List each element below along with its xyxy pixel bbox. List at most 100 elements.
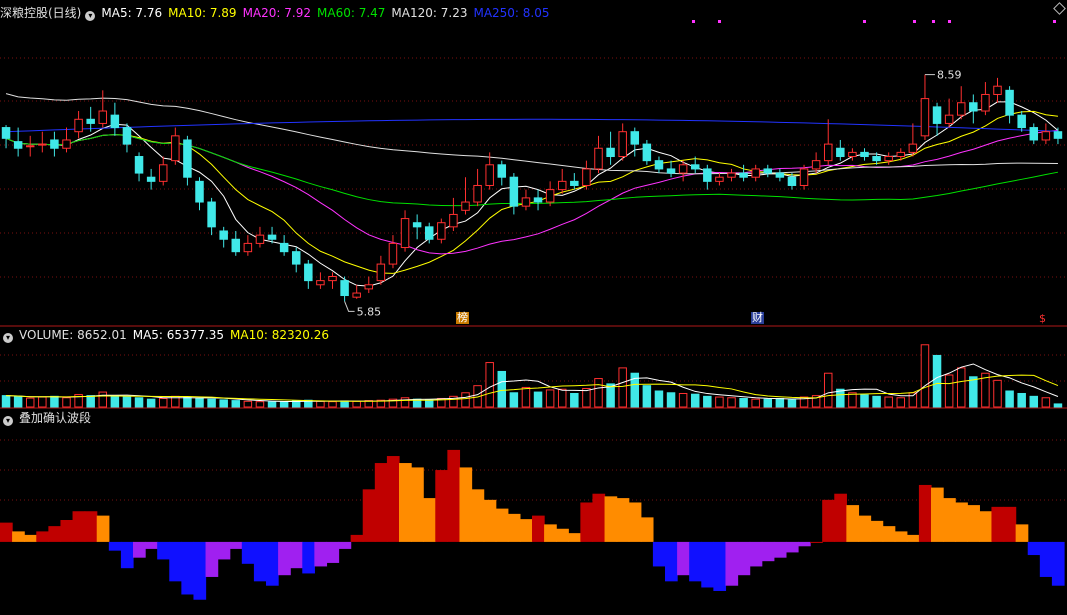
volume-legend: VOLUME: 8652.01 MA5: 65377.35 MA10: 82320.… [19,328,335,342]
indicator-bar [955,502,968,542]
indicator-bar [48,526,62,542]
indicator-bar [120,541,134,569]
candle [557,180,567,191]
volume-bar [25,397,35,408]
candle [473,184,482,203]
candle [267,234,277,240]
candle [1053,131,1063,139]
candle [400,218,410,249]
volume-bar [908,392,918,408]
indicator-bar [592,493,606,542]
candle [533,197,543,203]
chevron-down-icon[interactable]: ▾ [3,416,13,426]
indicator-bar [423,498,436,542]
indicator-bar [157,541,170,560]
candle [872,156,881,162]
volume-bar [690,393,700,408]
candle [594,147,603,170]
chevron-down-icon[interactable]: ▾ [3,333,13,343]
candle [207,201,216,228]
ma120-line [5,93,1058,175]
indicator-bar [785,541,799,553]
indicator-header: ▾ 叠加确认波段 [0,410,97,426]
signal-dot [863,20,866,23]
volume-bar [400,397,410,408]
indicator-bar [810,541,823,543]
candle [884,156,893,162]
indicator-bar [882,526,896,542]
indicator-bar [652,541,666,567]
candle [545,189,555,203]
candle [388,242,398,265]
price-annotation: 8.59 [937,69,962,82]
volume-bar [920,344,930,408]
candle [364,284,374,290]
candle [630,131,640,145]
volume-ma5-line [6,363,1059,403]
candle [1,127,11,139]
candle [195,180,204,203]
volume-bar [1029,395,1039,408]
indicator-bar [1051,541,1065,586]
volume-bar [328,401,337,408]
marker-cai[interactable]: 财 [751,312,764,324]
signal-dot [948,20,951,23]
candle [606,147,615,158]
ma-legend-item: MA10: 7.89 [168,6,237,20]
indicator-bar [338,541,352,549]
indicator-bar [362,489,376,542]
indicator-bar [447,449,461,542]
indicator-bar [519,519,533,542]
candle [340,280,349,297]
indicator-bar [314,541,328,567]
volume-bar [570,392,579,408]
indicator-bar [846,505,860,542]
volume-bar [279,401,289,408]
candle [787,176,797,186]
volume-bar [340,400,349,408]
indicator-bar [701,541,714,588]
signal-dot [913,20,916,23]
signal-dot [718,20,721,23]
indicator-bar [616,498,630,542]
candle [1029,127,1039,141]
indicator-bar [725,541,739,586]
ma-legend-item: MA60: 7.47 [317,6,386,20]
indicator-bar [1027,541,1041,556]
candle [437,222,446,240]
indicator-bar [12,531,25,542]
candle [158,164,168,182]
volume-bar [678,392,688,408]
candle [751,168,760,178]
indicator-bar [326,541,340,563]
volume-panel [1,344,1063,408]
indicator-bar [761,541,775,562]
candle [969,102,978,112]
volume-bar [497,370,507,408]
candle [352,292,361,298]
indicator-bar [24,534,37,542]
indicator-bar [580,502,594,542]
volume-bar [1,395,11,408]
ma-legend-item: MA5: 7.76 [101,6,163,20]
chevron-down-icon[interactable]: ▾ [85,11,96,21]
volume-bar [666,392,676,408]
indicator-bar [544,524,557,542]
ma250-line [6,118,1058,133]
marker-s[interactable]: $ [1039,313,1046,325]
ma-legend-item: MA20: 7.92 [242,6,311,20]
marker-bang[interactable]: 榜 [456,312,469,324]
indicator-title: 叠加确认波段 [19,411,92,425]
candle [38,143,47,146]
candle [582,168,591,186]
indicator-bar [60,520,74,542]
indicator-bar [689,541,702,582]
indicator-bar [169,541,182,582]
indicator-bar [858,515,872,542]
price-header: 深粮控股(日线) ▾ MA5: 7.76 MA10: 7.89 MA20: 7.92 MA… [0,5,562,21]
candle [316,280,325,286]
indicator-bar [749,541,763,567]
chart-canvas: 8.59 5.85 [0,20,1067,600]
candle [376,263,386,282]
volume-bar [134,397,144,408]
